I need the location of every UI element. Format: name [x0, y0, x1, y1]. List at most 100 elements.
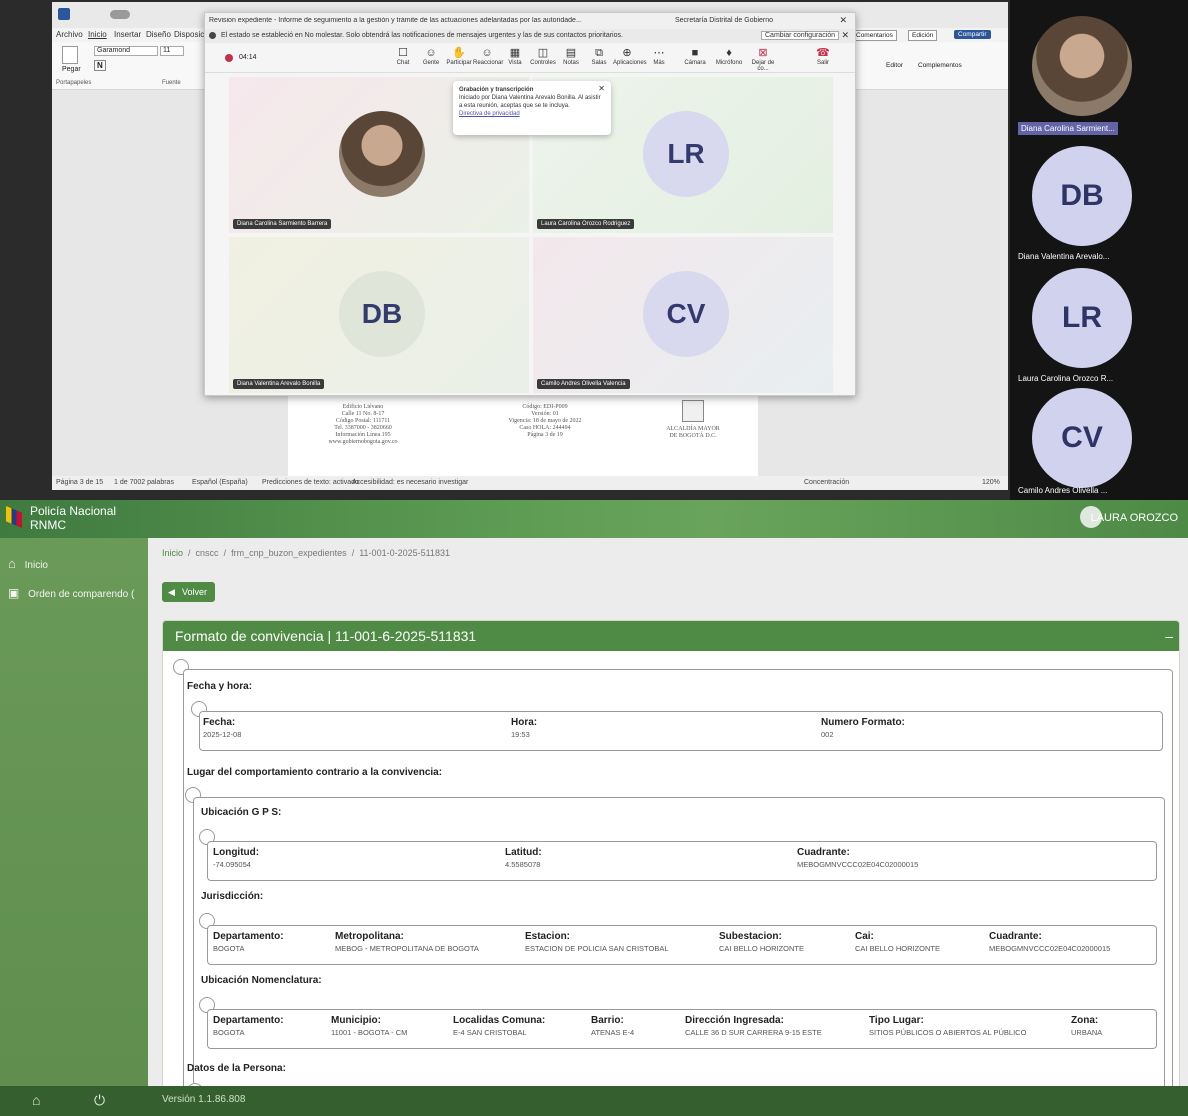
share-button[interactable]: Compartir	[954, 30, 991, 39]
field-label: Localidas Comuna:	[453, 1015, 546, 1026]
status-zoom[interactable]: 120%	[982, 479, 1000, 486]
camera-button[interactable]: ■ Cámara	[681, 47, 709, 66]
mic-button[interactable]: ♦ Micrófono	[715, 47, 743, 66]
participant-photo[interactable]	[1032, 16, 1132, 116]
participant-label: Camilo Andres Olivella ...	[1018, 486, 1108, 495]
dnd-notice-bar: El estado se estableció en No molestar. …	[205, 29, 855, 43]
participant-label: Diana Carolina Sarmient...	[1018, 122, 1118, 135]
privacy-link[interactable]: Directiva de privacidad	[459, 111, 520, 117]
chat-label: Chat	[396, 60, 410, 66]
power-icon[interactable]: ⏻	[94, 1092, 105, 1109]
bogota-seal-icon	[682, 400, 704, 422]
status-accessibility[interactable]: Accesibilidad: es necesario investigar	[352, 479, 468, 486]
app-header: Policía Nacional RNMC LAURA OROZCO	[0, 500, 1188, 538]
raise-hand-button[interactable]: ✋ Participar	[445, 47, 473, 66]
field-label: Estacion:	[525, 931, 571, 942]
font-size-select[interactable]: 11	[160, 46, 184, 56]
font-name-select[interactable]: Garamond	[94, 46, 158, 56]
close-icon[interactable]: ✕	[839, 15, 847, 26]
footer-right-line: ALCALDÍA MAYOR	[666, 426, 720, 432]
chat-button[interactable]: ☐ Chat	[389, 47, 417, 66]
menu-diseno[interactable]: Diseño	[146, 30, 171, 39]
hand-icon: ✋	[452, 47, 466, 59]
bold-button[interactable]: N	[94, 60, 106, 71]
field-direccion: Dirección Ingresada: CALLE 36 D SUR CARRE…	[685, 1015, 822, 1037]
field-label: Numero Formato:	[821, 717, 905, 728]
status-page[interactable]: Página 3 de 15	[56, 479, 103, 486]
footer-right-line: DE BOGOTÁ D.C.	[669, 433, 717, 439]
field-label: Zona:	[1071, 1015, 1099, 1026]
mic-icon: ♦	[726, 47, 732, 59]
field-barrio: Barrio: ATENAS E-4	[591, 1015, 634, 1037]
video-tile[interactable]: CV Camilo Andres Olivella Valencia	[533, 237, 833, 393]
addins-button[interactable]: Complementos	[918, 62, 962, 69]
paste-label[interactable]: Pegar	[62, 66, 81, 73]
status-focus[interactable]: Concentración	[804, 479, 849, 486]
editing-button[interactable]: Edición	[908, 30, 938, 41]
footer-mid-line: Versión: 01	[531, 411, 559, 417]
field-longitud: Longitud: -74.095054	[213, 847, 259, 869]
menu-insertar[interactable]: Insertar	[114, 30, 141, 39]
field-value: 19:53	[511, 730, 530, 739]
breadcrumb-sep: /	[185, 548, 196, 558]
grid-icon: ▦	[509, 47, 521, 59]
more-button[interactable]: ⋯ Más	[645, 47, 673, 66]
info-icon	[209, 32, 216, 39]
leave-button[interactable]: ☎ Salir	[809, 47, 837, 66]
back-button[interactable]: ◀ Volver	[162, 582, 216, 602]
breadcrumb-inicio[interactable]: Inicio	[162, 548, 183, 558]
autosave-toggle[interactable]	[110, 10, 130, 19]
close-popup-icon[interactable]: ✕	[598, 85, 605, 93]
stop-share-icon: ⊠	[758, 47, 768, 59]
field-label: Cai:	[855, 931, 874, 942]
popup-body: Iniciado por Diana Valentina Arevalo Bon…	[459, 95, 601, 109]
status-language[interactable]: Español (España)	[192, 479, 248, 486]
field-value: MEBOGMNVCCC02E04C02000015	[989, 944, 1111, 953]
breadcrumb-cnscc[interactable]: cnscc	[196, 548, 219, 558]
notes-button[interactable]: ▤ Notas	[557, 47, 585, 66]
collapse-card-button[interactable]: –	[1165, 621, 1173, 651]
card-title: Formato de convivencia | 11-001-6-2025-5…	[175, 628, 477, 644]
controls-label: Controles	[530, 60, 556, 66]
sidebar-item-comparendo[interactable]: ▣ Orden de comparendo (	[8, 586, 134, 600]
people-button[interactable]: ☺ Gente	[417, 47, 445, 66]
breadcrumb-buzon[interactable]: frm_cnp_buzon_expedientes	[231, 548, 347, 558]
stop-share-button[interactable]: ⊠ Dejar de co...	[749, 47, 777, 72]
footer-middle: Código: EDI-P009 Versión: 01 Vigencia: 1…	[500, 404, 590, 439]
field-value: ATENAS E-4	[591, 1028, 635, 1037]
apps-label: Aplicaciones	[613, 60, 647, 66]
participant-name: Laura Carolina Orozco Rodriguez	[537, 219, 635, 229]
apps-icon: ⊕	[622, 47, 632, 59]
field-label: Fecha:	[203, 717, 236, 728]
status-words[interactable]: 1 de 7002 palabras	[114, 479, 174, 486]
rooms-label: Salas	[591, 60, 607, 66]
change-settings-button[interactable]: Cambiar configuración	[761, 31, 840, 40]
menu-inicio[interactable]: Inicio	[88, 30, 107, 39]
footer-right: ALCALDÍA MAYOR DE BOGOTÁ D.C.	[658, 426, 728, 440]
participant-avatar[interactable]: DB	[1032, 146, 1132, 246]
react-button[interactable]: ☺ Reaccionar	[473, 47, 503, 66]
version-text: Versión 1.1.86.808	[162, 1094, 246, 1105]
view-button[interactable]: ▦ Vista	[501, 47, 529, 66]
close-notice-icon[interactable]: ✕	[841, 30, 849, 41]
status-predictions[interactable]: Predicciones de texto: activado	[262, 479, 359, 486]
controls-button[interactable]: ◫ Controles	[529, 47, 557, 66]
video-tile[interactable]: DB Diana Valentina Arevalo Bonilla	[229, 237, 529, 393]
sidebar-item-inicio[interactable]: ⌂ Inicio	[8, 556, 48, 571]
editor-button[interactable]: Editor	[886, 62, 903, 69]
apps-button[interactable]: ⊕ Aplicaciones	[613, 47, 647, 66]
field-label: Cuadrante:	[797, 847, 850, 858]
paste-icon[interactable]	[62, 46, 78, 64]
participant-avatar[interactable]: CV	[1032, 388, 1132, 488]
field-label: Departamento:	[213, 931, 284, 942]
comments-button[interactable]: Comentarios	[852, 30, 897, 41]
home-icon[interactable]: ⌂	[32, 1092, 40, 1108]
participant-avatar[interactable]: LR	[1032, 268, 1132, 368]
field-value: BOGOTA	[213, 944, 245, 953]
field-value: MEBOGMNVCCC02E04C02000015	[797, 860, 919, 869]
menu-archivo[interactable]: Archivo	[56, 30, 83, 39]
user-name[interactable]: LAURA OROZCO	[1091, 512, 1178, 524]
rooms-button[interactable]: ⧉ Salas	[585, 47, 613, 66]
section-persona: Datos de la Persona:	[187, 1063, 286, 1074]
field-estacion: Estacion: ESTACION DE POLICIA SAN CRISTOB…	[525, 931, 669, 953]
